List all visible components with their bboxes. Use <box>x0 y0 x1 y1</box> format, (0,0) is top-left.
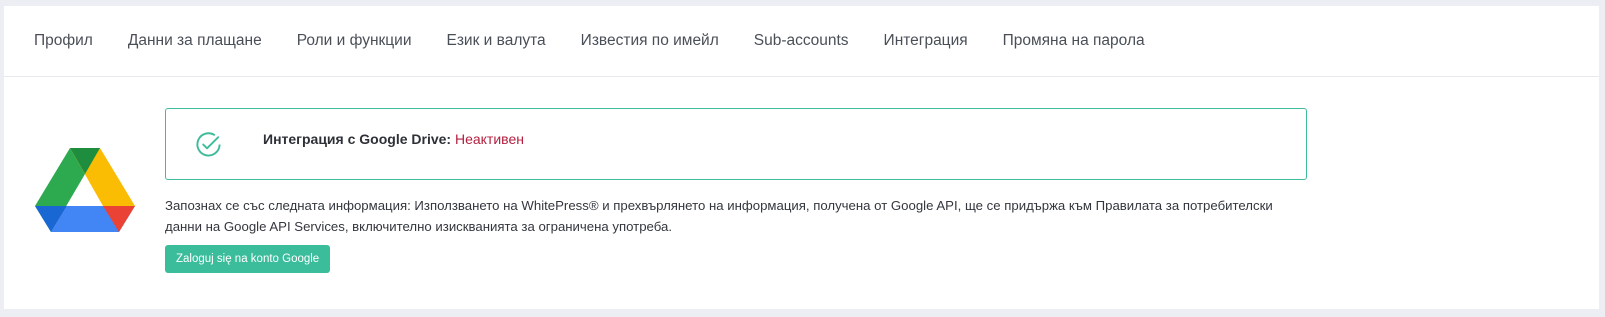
integration-panel: Интеграция с Google Drive: Неактивен Зап… <box>4 77 1599 308</box>
tab-language-currency[interactable]: Език и валута <box>446 32 545 50</box>
tab-sub-accounts[interactable]: Sub-accounts <box>754 32 849 50</box>
integration-status-label: Интеграция с Google Drive: <box>263 131 455 147</box>
tab-change-password[interactable]: Промяна на парола <box>1003 32 1145 50</box>
tab-email-notifications[interactable]: Известия по имейл <box>581 32 719 50</box>
integration-status-text: Интеграция с Google Drive: Неактивен <box>263 131 524 147</box>
integration-status-box: Интеграция с Google Drive: Неактивен <box>165 108 1307 180</box>
check-circle-icon <box>196 132 221 157</box>
tab-integration[interactable]: Интеграция <box>884 32 968 50</box>
settings-tabs: Профил Данни за плащане Роли и функции Е… <box>4 6 1599 77</box>
tab-profile[interactable]: Профил <box>34 32 93 50</box>
tab-billing-data[interactable]: Данни за плащане <box>128 32 262 50</box>
consent-info-text: Запознах се със следната информация: Изп… <box>165 198 1273 234</box>
google-login-button[interactable]: Zaloguj się na konto Google <box>165 245 331 273</box>
tab-roles[interactable]: Роли и функции <box>297 32 412 50</box>
integration-status-value: Неактивен <box>454 131 524 147</box>
settings-card: Профил Данни за плащане Роли и функции Е… <box>4 6 1599 309</box>
google-drive-logo-icon <box>35 148 135 232</box>
